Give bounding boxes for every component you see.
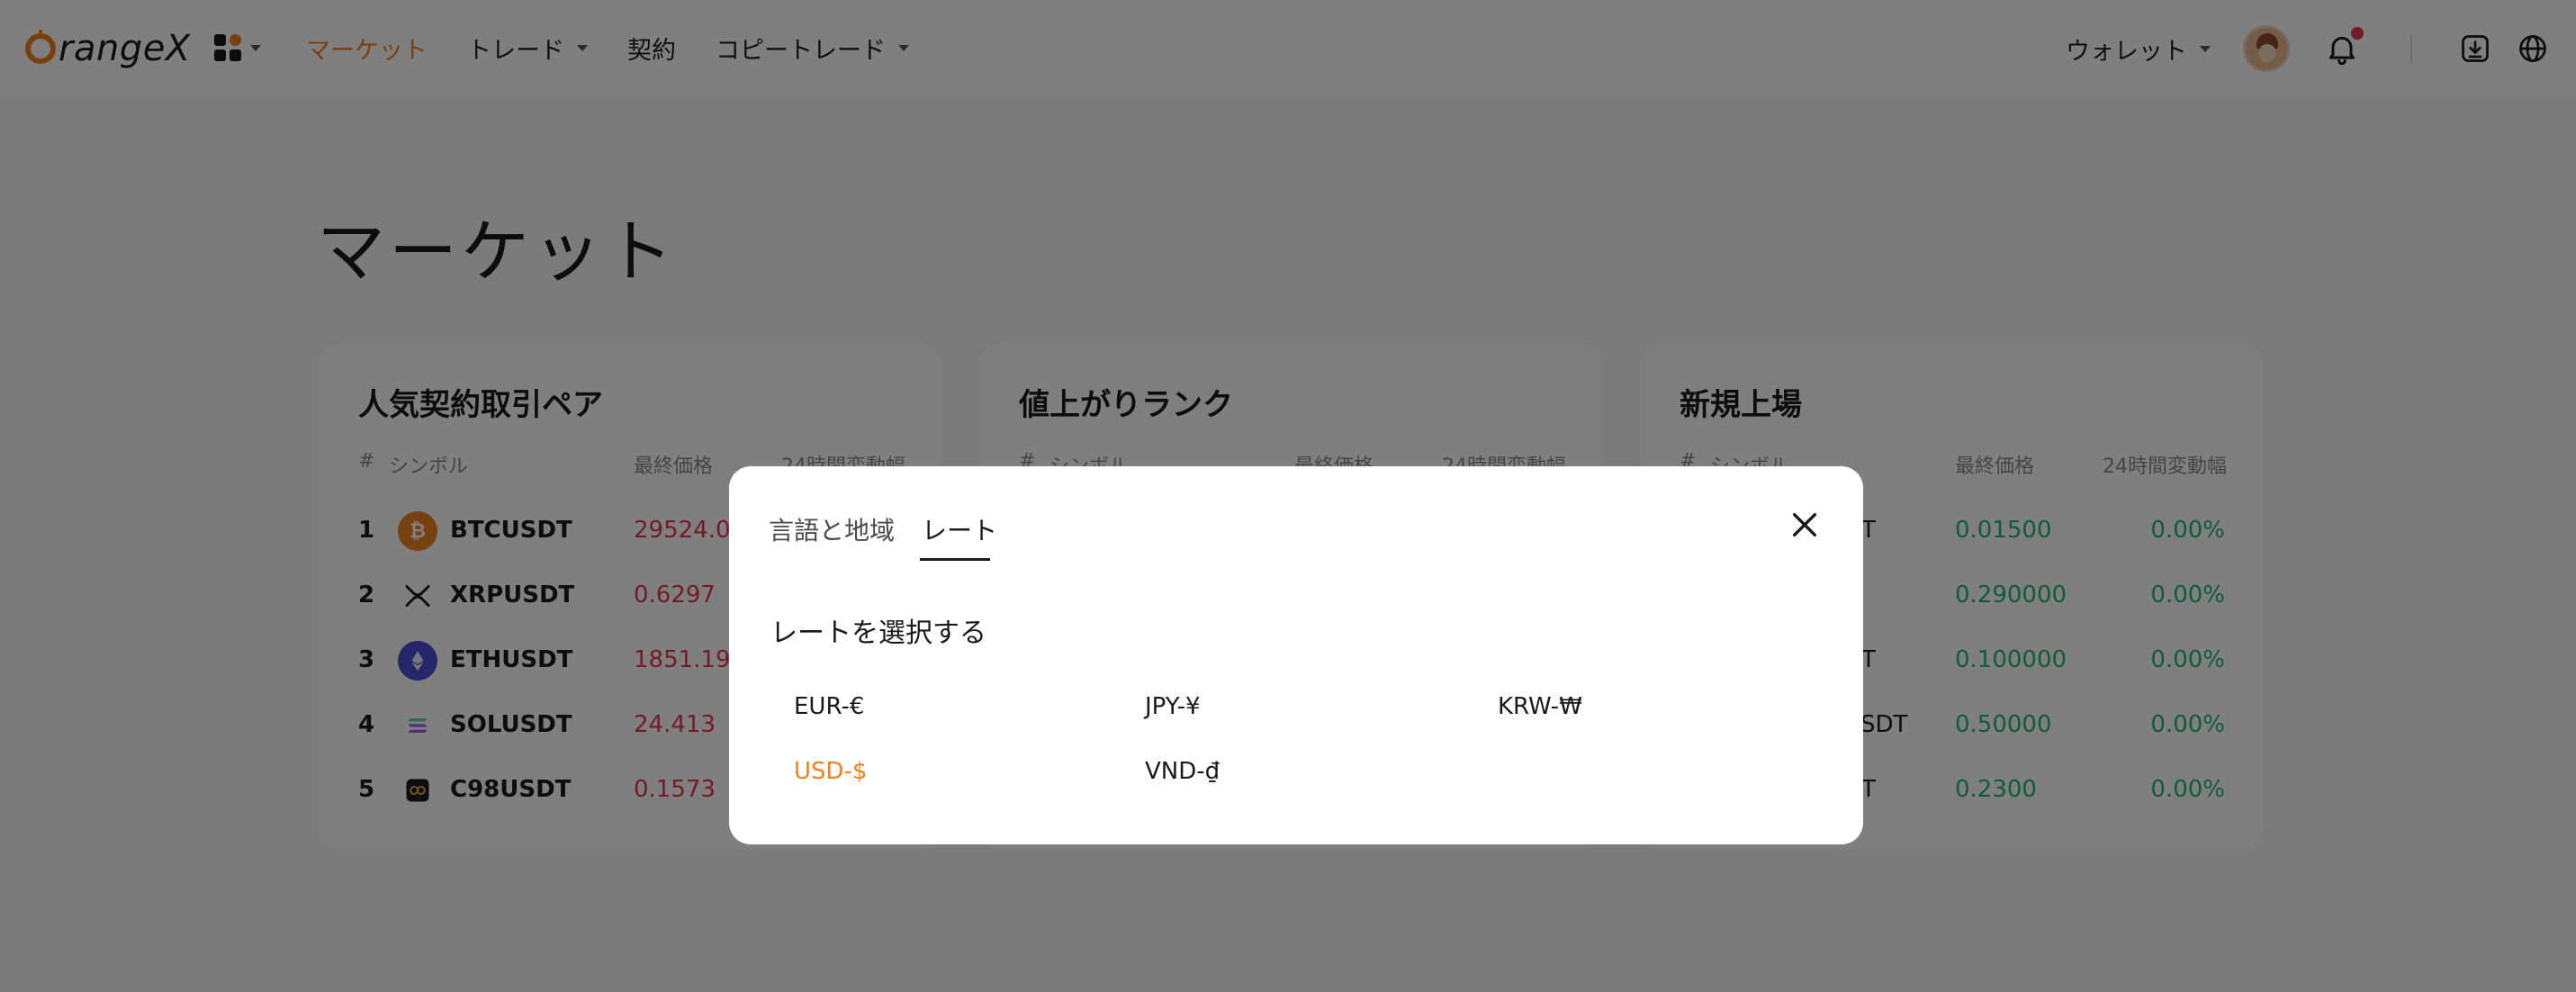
rate-option-krw[interactable]: KRW-₩	[1498, 693, 1582, 720]
modal-subtitle: レートを選択する	[770, 618, 986, 649]
rate-option-eur[interactable]: EUR-€	[794, 693, 864, 720]
rate-option-vnd[interactable]: VND-₫	[1145, 758, 1220, 785]
rate-option-usd[interactable]: USD-$	[794, 758, 867, 785]
close-button[interactable]	[1789, 510, 1820, 540]
settings-modal: 言語と地域 レート レートを選択する EUR-€ JPY-¥ KRW-₩ USD…	[729, 466, 1863, 844]
active-tab-indicator	[920, 558, 990, 561]
rate-option-jpy[interactable]: JPY-¥	[1145, 693, 1201, 720]
tab-rate[interactable]: レート	[922, 511, 997, 547]
close-icon	[1792, 512, 1817, 537]
tab-language-region[interactable]: 言語と地域	[769, 511, 895, 547]
